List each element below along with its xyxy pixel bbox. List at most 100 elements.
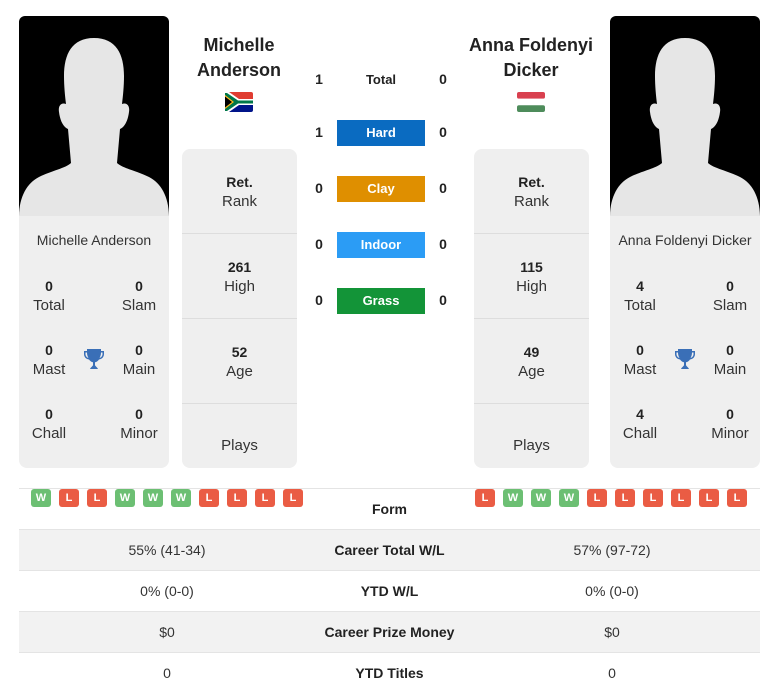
titles-mast-value: 0 [636, 342, 644, 358]
form-win-badge[interactable]: W [31, 489, 51, 507]
titles-total-label: Total [624, 297, 656, 314]
silhouette-icon [19, 38, 169, 216]
titles-slam-value: 0 [135, 278, 143, 294]
titles-minor: 0 Minor [109, 404, 169, 444]
stats-row-ytd-wl: 0% (0-0) YTD W/L 0% (0-0) [19, 571, 760, 612]
titles-chall: 4 Chall [610, 404, 670, 444]
stats-right-value: 0 [608, 665, 616, 681]
form-loss-badge[interactable]: L [727, 489, 747, 507]
form-win-badge[interactable]: W [171, 489, 191, 507]
titles-total-value: 4 [636, 278, 644, 294]
form-loss-badge[interactable]: L [227, 489, 247, 507]
stats-left-value: $0 [159, 624, 175, 640]
rank-cell: Ret. Rank [182, 149, 297, 234]
titles-card-right: Anna Foldenyi Dicker 4 Total 0 Slam 0 Ma… [610, 216, 760, 468]
form-loss-badge[interactable]: L [87, 489, 107, 507]
titles-slam: 0 Slam [700, 276, 760, 316]
form-loss-badge[interactable]: L [283, 489, 303, 507]
titles-mast-value: 0 [45, 342, 53, 358]
titles-slam-label: Slam [712, 297, 748, 314]
h2h-right-value: 0 [439, 292, 447, 308]
rank-value: Ret. [518, 174, 545, 190]
rank-value: Ret. [226, 174, 253, 190]
titles-total: 0 Total [19, 276, 79, 316]
stats-table: WLLWWWLLLL Form LWWWLLLLLL 55% (41-34) C… [19, 488, 760, 694]
form-win-badge[interactable]: W [143, 489, 163, 507]
titles-slam-value: 0 [726, 278, 734, 294]
h2h-row-hard: 1 Hard 0 [300, 120, 465, 148]
age-label: Age [226, 363, 253, 380]
titles-mast: 0 Mast [19, 340, 79, 380]
h2h-row-indoor: 0 Indoor 0 [300, 232, 465, 260]
player-heading-line1: Anna Foldenyi [468, 35, 593, 55]
player-heading-right[interactable]: Anna Foldenyi Dicker [461, 33, 601, 83]
player-heading-line2: Dicker [503, 60, 559, 80]
surface-indoor-badge[interactable]: Indoor [337, 232, 425, 258]
surface-grass-badge[interactable]: Grass [337, 288, 425, 314]
stats-row-ytd-titles: 0 YTD Titles 0 [19, 653, 760, 694]
form-win-badge[interactable]: W [531, 489, 551, 507]
form-loss-badge[interactable]: L [255, 489, 275, 507]
titles-mast: 0 Mast [610, 340, 670, 380]
surface-hard-badge[interactable]: Hard [337, 120, 425, 146]
titles-slam-label: Slam [121, 297, 157, 314]
h2h-row-grass: 0 Grass 0 [300, 288, 465, 316]
form-loss-badge[interactable]: L [199, 489, 219, 507]
high-value: 261 [227, 259, 252, 275]
form-loss-badge[interactable]: L [615, 489, 635, 507]
form-loss-badge[interactable]: L [587, 489, 607, 507]
south-africa-flag-icon [225, 92, 253, 112]
high-cell: 261 High [182, 234, 297, 319]
titles-minor-label: Minor [711, 425, 749, 442]
surface-clay-badge[interactable]: Clay [337, 176, 425, 202]
form-loss-badge[interactable]: L [475, 489, 495, 507]
trophy-icon [675, 349, 695, 369]
player-photo-right [610, 16, 760, 216]
form-win-badge[interactable]: W [503, 489, 523, 507]
h2h-left-value: 1 [315, 71, 323, 87]
titles-total-label: Total [33, 297, 65, 314]
plays-label: Plays [513, 437, 550, 454]
form-win-badge[interactable]: W [559, 489, 579, 507]
rank-card-left: Ret. Rank 261 High 52 Age Plays [182, 149, 297, 468]
titles-main: 0 Main [109, 340, 169, 380]
titles-total: 4 Total [610, 276, 670, 316]
stats-label: Form [372, 501, 407, 517]
h2h-left-value: 0 [315, 180, 323, 196]
age-value: 49 [523, 344, 540, 360]
h2h-right-value: 0 [439, 71, 447, 87]
silhouette-icon [610, 38, 760, 216]
titles-chall-value: 0 [45, 406, 53, 422]
plays-cell: Plays [182, 404, 297, 489]
rank-cell: Ret. Rank [474, 149, 589, 234]
player-name-right[interactable]: Anna Foldenyi Dicker [610, 232, 760, 248]
stats-right-value: 57% (97-72) [573, 542, 651, 558]
form-loss-badge[interactable]: L [671, 489, 691, 507]
player-name-left[interactable]: Michelle Anderson [19, 232, 169, 248]
age-cell: 49 Age [474, 319, 589, 404]
stats-label: YTD Titles [355, 665, 424, 681]
form-badges-right: LWWWLLLLLL [475, 489, 771, 507]
titles-minor-label: Minor [120, 425, 158, 442]
rank-label: Rank [513, 193, 550, 210]
player-heading-left[interactable]: Michelle Anderson [169, 33, 309, 83]
stats-right-value: $0 [604, 624, 620, 640]
form-win-badge[interactable]: W [115, 489, 135, 507]
titles-minor-value: 0 [135, 406, 143, 422]
player-photo-left [19, 16, 169, 216]
titles-minor-value: 0 [726, 406, 734, 422]
stats-row-prize-money: $0 Career Prize Money $0 [19, 612, 760, 653]
form-loss-badge[interactable]: L [699, 489, 719, 507]
titles-main-label: Main [122, 361, 156, 378]
stats-label: Career Prize Money [324, 624, 455, 640]
rank-card-right: Ret. Rank 115 High 49 Age Plays [474, 149, 589, 468]
h2h-total-label: Total [365, 72, 397, 87]
form-loss-badge[interactable]: L [59, 489, 79, 507]
form-loss-badge[interactable]: L [643, 489, 663, 507]
titles-chall: 0 Chall [19, 404, 79, 444]
rank-label: Rank [221, 193, 258, 210]
titles-minor: 0 Minor [700, 404, 760, 444]
titles-main-value: 0 [135, 342, 143, 358]
titles-main-value: 0 [726, 342, 734, 358]
stats-row-form: WLLWWWLLLL Form LWWWLLLLLL [19, 489, 760, 530]
